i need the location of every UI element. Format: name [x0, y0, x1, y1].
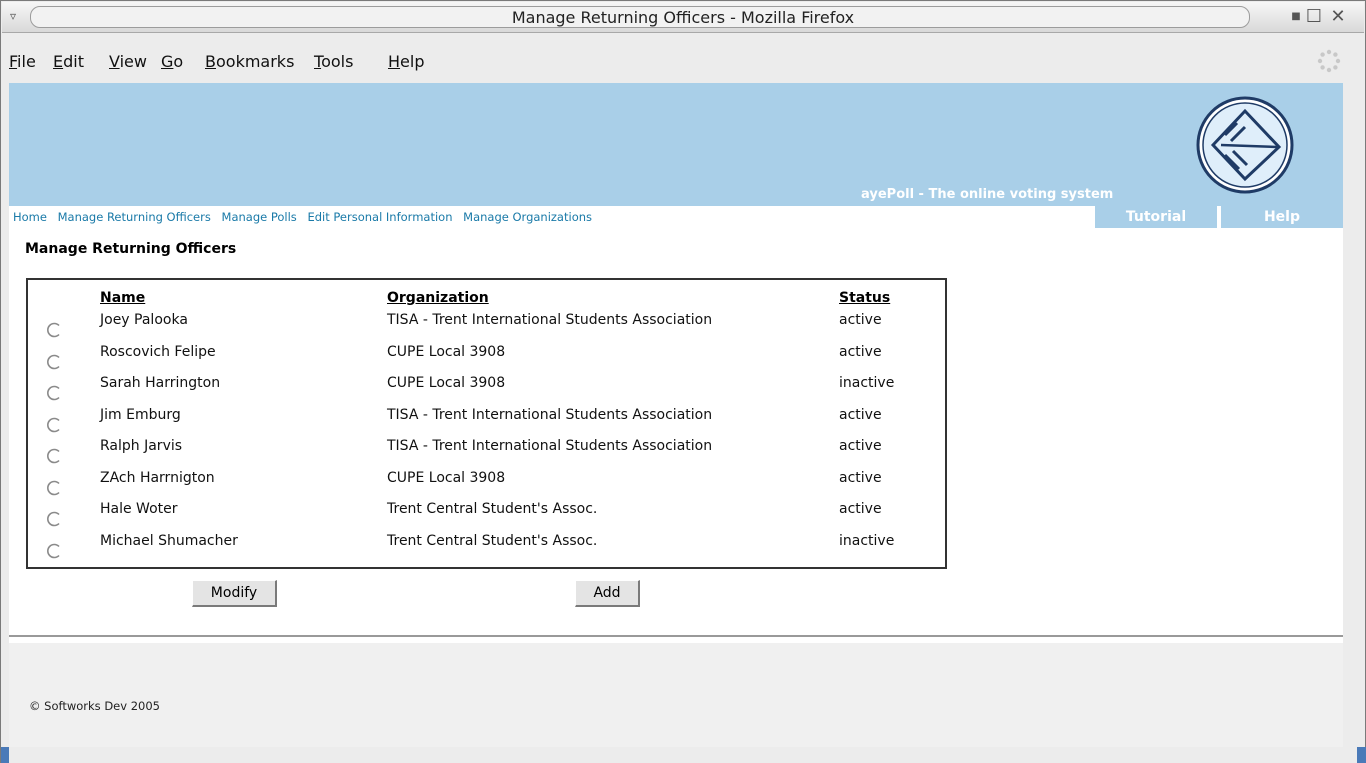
officer-status: active — [839, 501, 882, 517]
menu-bookmarks[interactable]: Bookmarks — [205, 52, 294, 71]
officer-name: Sarah Harrington — [100, 375, 221, 391]
officer-status: inactive — [839, 375, 895, 391]
officer-organization: Trent Central Student's Assoc. — [387, 533, 598, 549]
officer-name: Joey Palooka — [100, 312, 188, 328]
window-menu-icon[interactable]: ▿ — [10, 9, 24, 23]
throbber-icon — [1317, 49, 1341, 73]
officer-organization: TISA - Trent International Students Asso… — [387, 312, 713, 328]
officer-status: active — [839, 312, 882, 328]
resize-handle-left[interactable] — [1, 747, 9, 763]
minimize-icon[interactable]: ■ — [1286, 7, 1306, 27]
footer-divider — [9, 635, 1343, 637]
officer-name: Roscovich Felipe — [100, 344, 216, 360]
menu-bar: File Edit View Go Bookmarks Tools Help — [2, 34, 1364, 82]
menu-tools[interactable]: Tools — [314, 52, 353, 71]
banner-tagline: ayePoll - The online voting system — [861, 187, 1114, 202]
maximize-icon[interactable]: ☐ — [1304, 7, 1324, 27]
officer-organization: CUPE Local 3908 — [387, 375, 506, 391]
officer-status: active — [839, 470, 882, 486]
officer-organization: CUPE Local 3908 — [387, 470, 506, 486]
officer-status: active — [839, 407, 882, 423]
column-header-organization: Organization — [387, 290, 489, 306]
officer-name: Jim Emburg — [100, 407, 181, 423]
resize-handle-right[interactable] — [1357, 747, 1366, 763]
officer-name: Ralph Jarvis — [100, 438, 183, 454]
page-footer: © Softworks Dev 2005 — [9, 643, 1343, 747]
menu-edit[interactable]: Edit — [53, 52, 84, 71]
site-banner: ayePoll - The online voting system — [9, 83, 1343, 206]
officer-organization: TISA - Trent International Students Asso… — [387, 407, 713, 423]
radio-button[interactable] — [46, 417, 62, 433]
table-row[interactable]: Ralph Jarvis TISA - Trent International … — [28, 436, 945, 467]
radio-button[interactable] — [46, 385, 62, 401]
nav-row: Home Manage Returning Officers Manage Po… — [9, 206, 1343, 228]
cupe-logo-icon — [1196, 96, 1294, 194]
officer-name: ZAch Harrnigton — [100, 470, 215, 486]
officer-table: Name Organization Status Joey Palooka TI… — [26, 278, 947, 569]
nav-link-returning-officers[interactable]: Manage Returning Officers — [58, 210, 211, 224]
nav-link-organizations[interactable]: Manage Organizations — [463, 210, 592, 224]
officer-organization: Trent Central Student's Assoc. — [387, 501, 598, 517]
table-row[interactable]: Hale Woter Trent Central Student's Assoc… — [28, 499, 945, 530]
page-title: Manage Returning Officers — [25, 241, 237, 257]
officer-status: active — [839, 344, 882, 360]
window-bottom-border — [1, 747, 1366, 763]
modify-button[interactable]: Modify — [192, 580, 277, 607]
radio-button[interactable] — [46, 322, 62, 338]
radio-button[interactable] — [46, 480, 62, 496]
table-row[interactable]: ZAch Harrnigton CUPE Local 3908 active — [28, 468, 945, 499]
officer-name: Michael Shumacher — [100, 533, 238, 549]
close-icon[interactable]: ✕ — [1328, 7, 1348, 27]
copyright-text: © Softworks Dev 2005 — [29, 699, 160, 713]
page-viewport: ayePoll - The online voting system Home … — [9, 83, 1343, 747]
menu-help[interactable]: Help — [388, 52, 424, 71]
radio-button[interactable] — [46, 448, 62, 464]
officer-status: active — [839, 438, 882, 454]
nav-link-home[interactable]: Home — [13, 210, 47, 224]
table-row[interactable]: Joey Palooka TISA - Trent International … — [28, 310, 945, 341]
table-row[interactable]: Jim Emburg TISA - Trent International St… — [28, 405, 945, 436]
add-button[interactable]: Add — [575, 580, 640, 607]
radio-button[interactable] — [46, 511, 62, 527]
title-field — [30, 6, 1250, 28]
table-row[interactable]: Roscovich Felipe CUPE Local 3908 active — [28, 342, 945, 373]
officer-name: Hale Woter — [100, 501, 178, 517]
tab-tutorial[interactable]: Tutorial — [1095, 206, 1217, 228]
table-row[interactable]: Sarah Harrington CUPE Local 3908 inactiv… — [28, 373, 945, 404]
column-header-name: Name — [100, 290, 146, 306]
radio-button[interactable] — [46, 543, 62, 559]
nav-link-personal-info[interactable]: Edit Personal Information — [307, 210, 452, 224]
officer-organization: CUPE Local 3908 — [387, 344, 506, 360]
column-header-status: Status — [839, 290, 891, 306]
officer-status: inactive — [839, 533, 895, 549]
nav-link-polls[interactable]: Manage Polls — [222, 210, 297, 224]
table-row[interactable]: Michael Shumacher Trent Central Student'… — [28, 531, 945, 562]
nav-links: Home Manage Returning Officers Manage Po… — [13, 210, 599, 224]
tab-help[interactable]: Help — [1221, 206, 1343, 228]
menu-go[interactable]: Go — [161, 52, 183, 71]
officer-organization: TISA - Trent International Students Asso… — [387, 438, 713, 454]
title-bar[interactable]: ▿ Manage Returning Officers - Mozilla Fi… — [2, 2, 1364, 33]
menu-view[interactable]: View — [109, 52, 147, 71]
radio-button[interactable] — [46, 354, 62, 370]
menu-file[interactable]: File — [9, 52, 36, 71]
browser-window: ▿ Manage Returning Officers - Mozilla Fi… — [0, 0, 1366, 763]
